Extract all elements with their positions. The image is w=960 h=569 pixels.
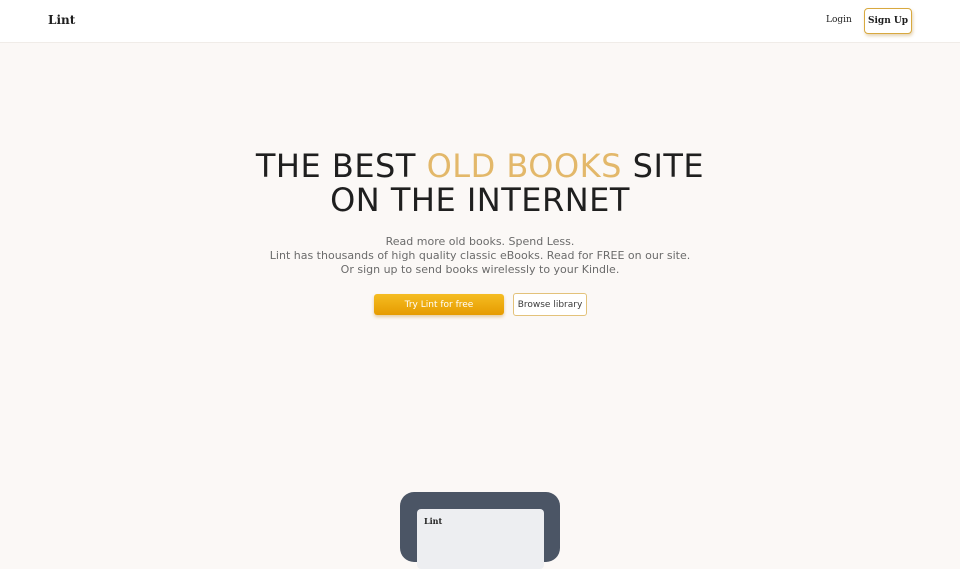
browse-library-button[interactable]: Browse library: [513, 293, 587, 316]
navbar: Lint Login Sign Up: [0, 0, 960, 43]
kindle-device-illustration: Lint: [400, 492, 560, 569]
login-link[interactable]: Login: [826, 15, 852, 25]
try-free-button[interactable]: Try Lint for free: [374, 294, 504, 315]
hero-title-part2: SITE: [621, 147, 705, 185]
hero-title: THE BEST OLD BOOKS SITE ON THE INTERNET: [180, 149, 780, 217]
hero-subtitle-line: Lint has thousands of high quality class…: [269, 249, 691, 262]
signup-button[interactable]: Sign Up: [864, 8, 912, 34]
hero-title-part1: THE BEST: [255, 147, 427, 185]
brand-logo[interactable]: Lint: [48, 13, 75, 27]
device-screen: Lint: [417, 509, 544, 569]
hero-subtitle: Read more old books. Spend Less. Lint ha…: [180, 235, 780, 277]
hero-title-line2: ON THE INTERNET: [330, 181, 630, 219]
device-screen-brand: Lint: [424, 516, 443, 526]
hero-title-accent: OLD BOOKS: [426, 147, 622, 185]
hero-subtitle-line: Read more old books. Spend Less.: [385, 235, 575, 248]
hero-subtitle-line: Or sign up to send books wirelessly to y…: [340, 263, 620, 276]
